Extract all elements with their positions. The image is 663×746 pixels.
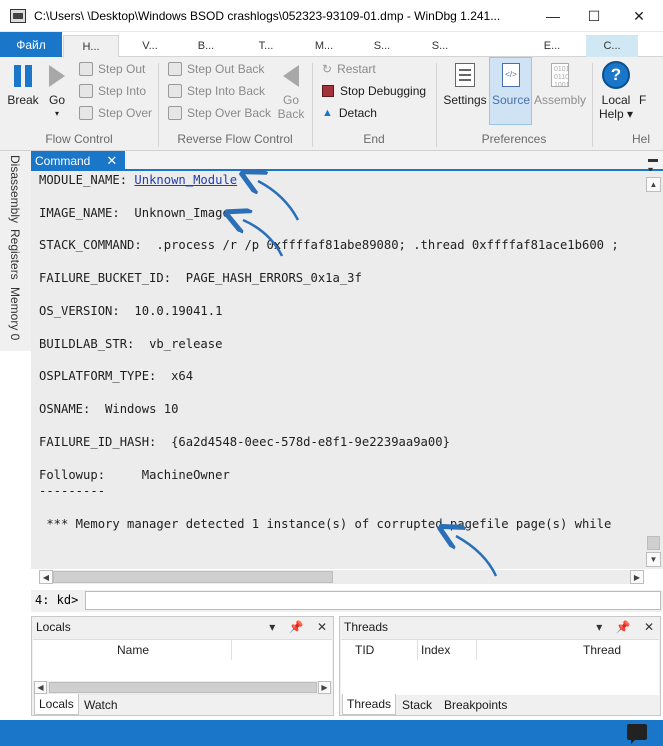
locals-tabs: Locals Watch (32, 694, 333, 715)
column-header-index[interactable]: Index (421, 643, 450, 657)
scroll-left-icon[interactable]: ◀ (34, 681, 47, 694)
scroll-right-icon[interactable]: ▶ (318, 681, 331, 694)
annotation-arrow (243, 220, 284, 257)
annotation-arrow (258, 181, 300, 221)
close-icon[interactable]: ✕ (644, 620, 654, 634)
pin-icon[interactable]: 📌 (289, 620, 304, 634)
threads-title: Threads (344, 620, 389, 634)
column-header-tid[interactable]: TID (355, 643, 374, 657)
status-bar (0, 720, 663, 746)
command-prompt-row: 4: kd> (31, 590, 663, 612)
locals-panel: Locals ▾ 📌 ✕ Name ◀ ▶ Locals Watch (31, 616, 334, 716)
tab-locals[interactable]: Locals (34, 694, 79, 715)
threads-panel: Threads ▾ 📌 ✕ TID Index Thread Threads S… (339, 616, 661, 716)
tab-watch[interactable]: Watch (80, 694, 122, 715)
close-icon[interactable]: ✕ (317, 620, 327, 634)
locals-panel-header: Locals ▾ 📌 ✕ (32, 617, 333, 639)
locals-horizontal-scrollbar[interactable]: ◀ ▶ (33, 681, 332, 695)
column-header-name[interactable]: Name (117, 643, 149, 657)
column-header-thread[interactable]: Thread (583, 643, 621, 657)
tab-breakpoints[interactable]: Breakpoints (440, 694, 511, 715)
chevron-down-icon[interactable]: ▾ (596, 620, 602, 634)
prompt-label: 4: kd> (35, 593, 79, 607)
chevron-down-icon[interactable]: ▾ (269, 620, 275, 634)
threads-tabs: Threads Stack Breakpoints (340, 694, 660, 715)
tab-stack[interactable]: Stack (398, 694, 436, 715)
command-input[interactable] (85, 591, 661, 610)
pin-icon[interactable]: 📌 (616, 620, 631, 634)
locals-grid: Name ◀ ▶ (33, 639, 332, 695)
threads-grid: TID Index Thread (341, 639, 659, 695)
tab-threads[interactable]: Threads (342, 694, 397, 715)
annotation-arrow (456, 536, 498, 577)
feedback-chat-icon[interactable] (627, 724, 647, 744)
locals-title: Locals (36, 620, 71, 634)
threads-panel-header: Threads ▾ 📌 ✕ (340, 617, 660, 639)
